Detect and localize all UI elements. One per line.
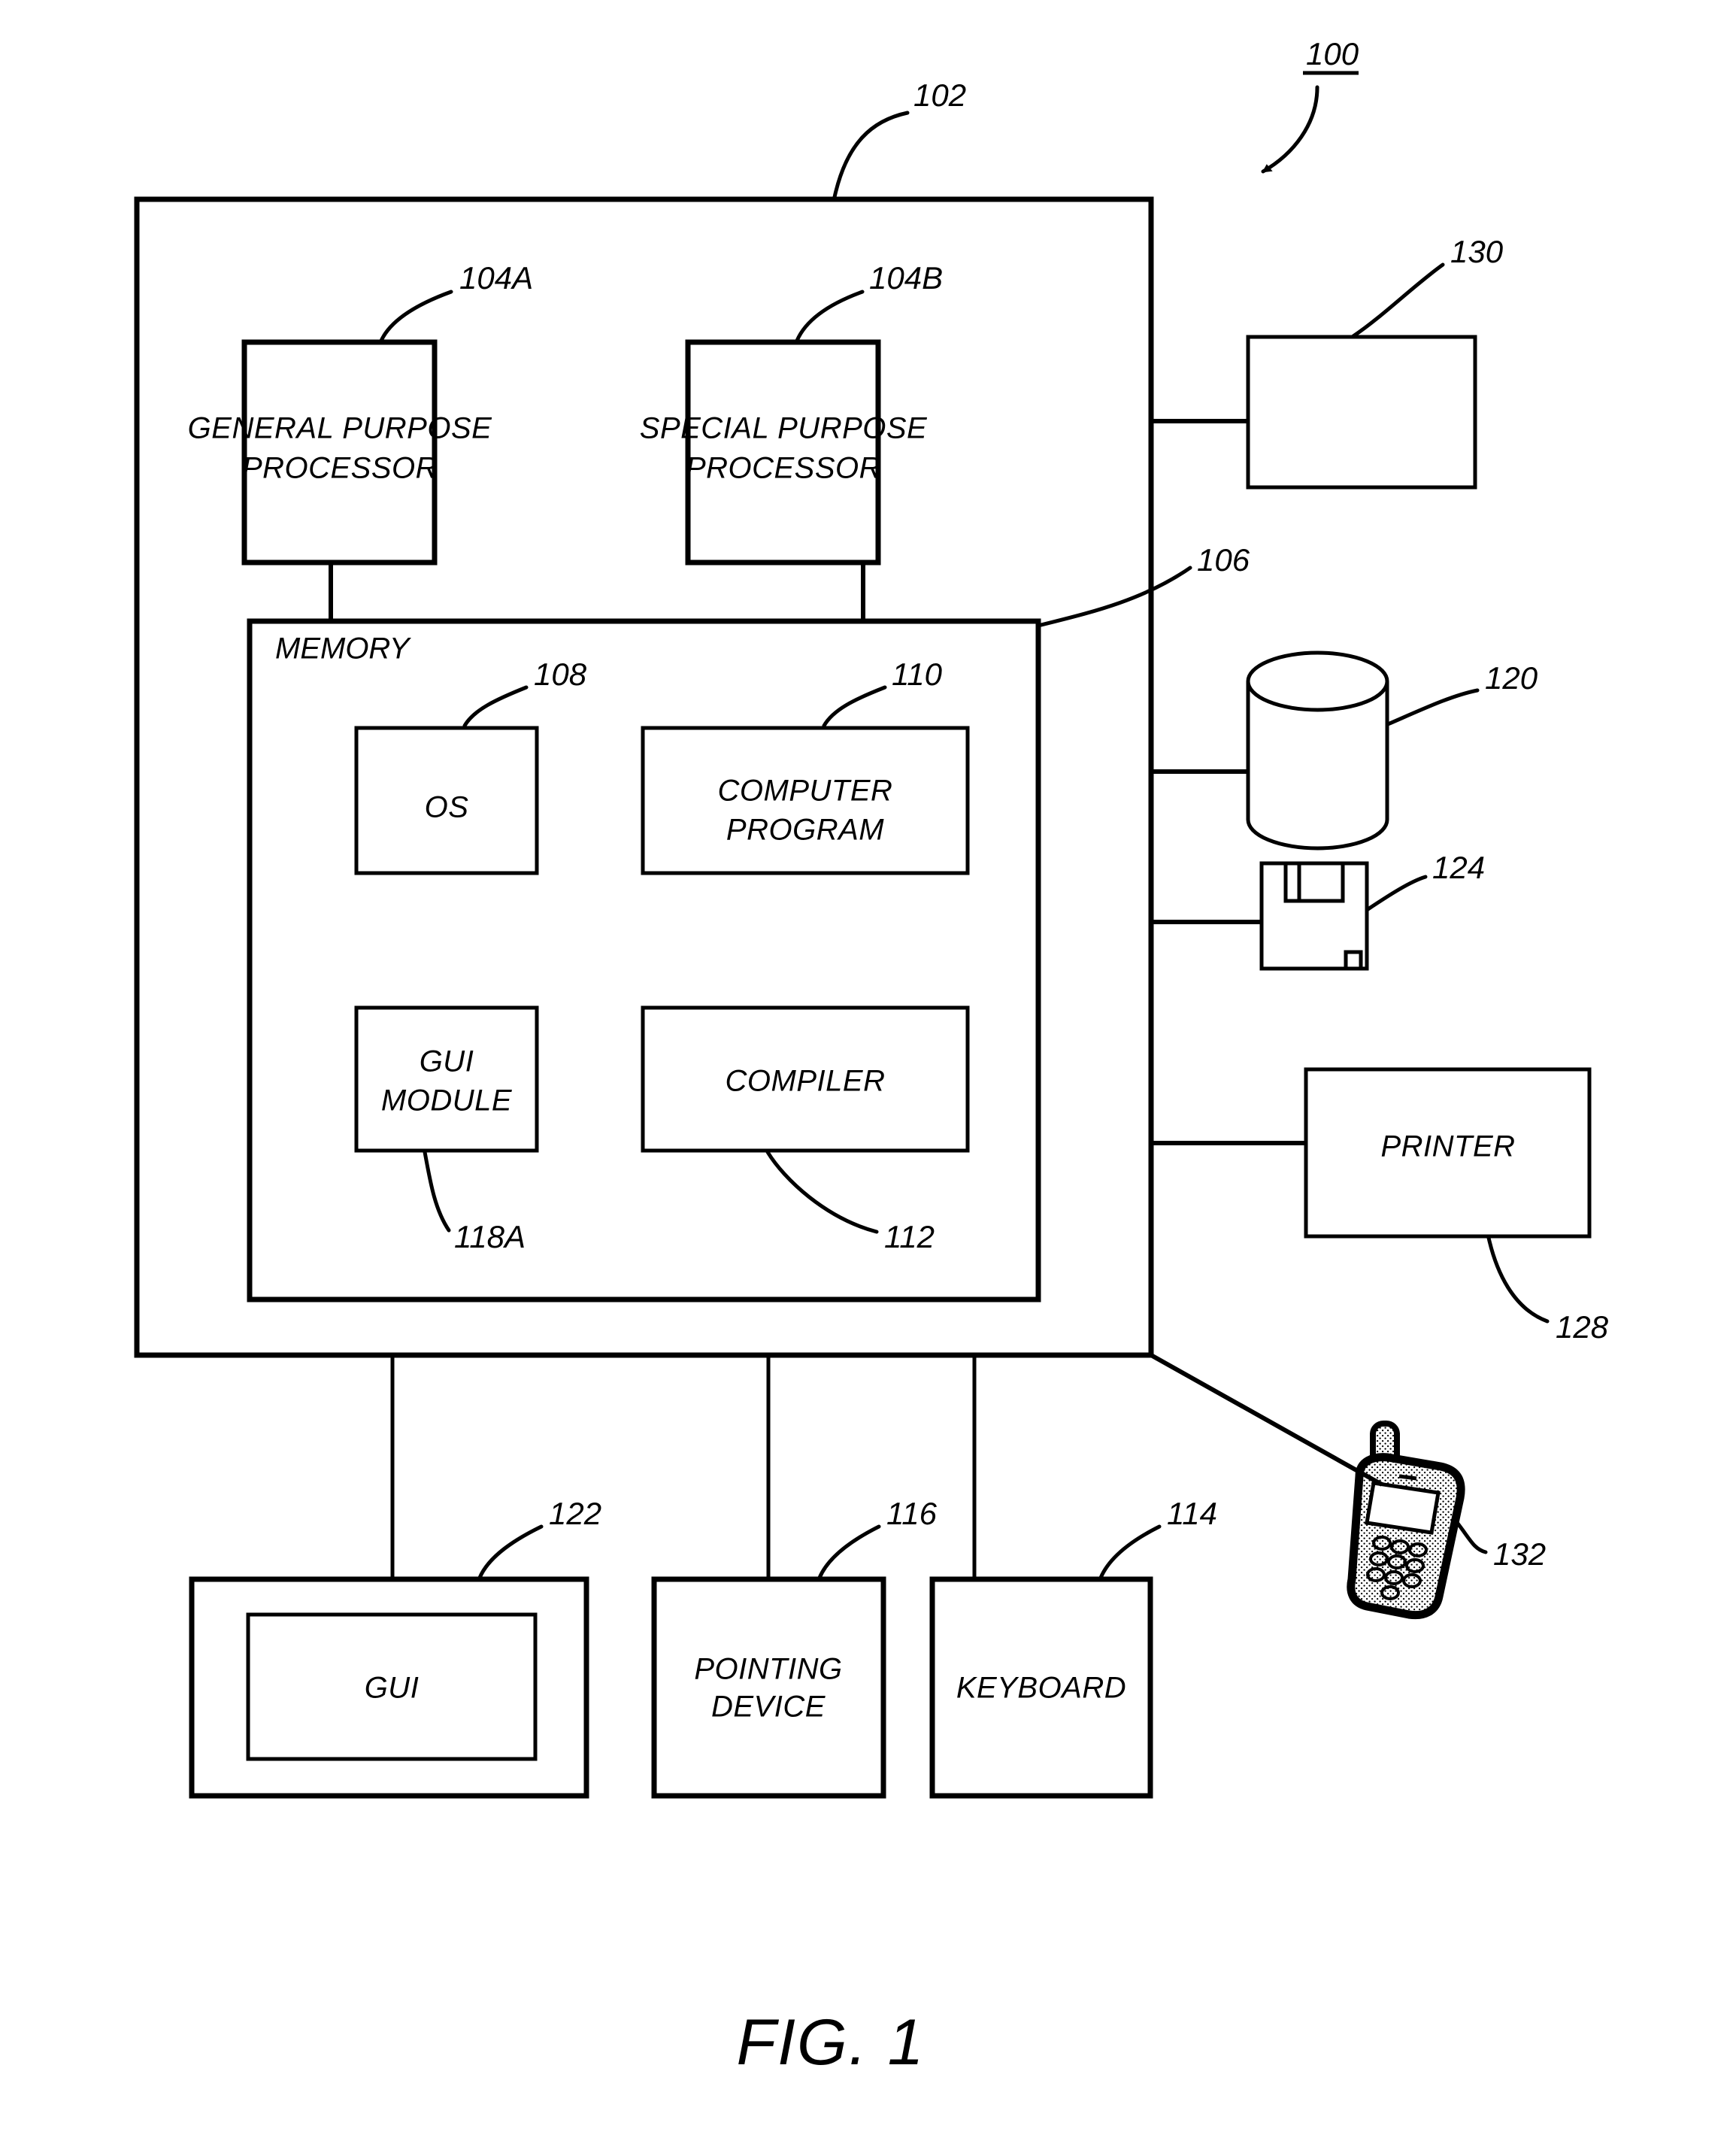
computer-enclosure-102: 102 <box>134 77 1154 1358</box>
keyboard-label: KEYBOARD <box>956 1672 1126 1705</box>
cylinder-top-ellipse <box>1246 650 1389 712</box>
memory-label: MEMORY <box>275 632 412 666</box>
gui-module-label-line1: GUI <box>420 1045 474 1078</box>
bus-to-mobile-phone <box>1150 1353 1383 1487</box>
ref-122-leader <box>477 1524 544 1580</box>
box-130-outline <box>1246 335 1477 490</box>
ref-label-122: 122 <box>549 1496 601 1531</box>
phone-body-icon <box>1347 1453 1465 1620</box>
right-peripheral-bus <box>1151 419 1306 1145</box>
ref-label-128: 128 <box>1556 1309 1609 1345</box>
ref-label-132: 132 <box>1493 1536 1546 1572</box>
patent-figure-1: 100 102 GENERAL PURPOSE PROCESSOR 104A S… <box>0 0 1736 2147</box>
ref-108-leader <box>462 685 529 728</box>
ref-label-124: 124 <box>1432 850 1485 885</box>
os-module-box: OS 108 <box>354 657 587 875</box>
figure-canvas: 100 102 GENERAL PURPOSE PROCESSOR 104A S… <box>134 36 1609 2079</box>
ref-114-leader <box>1098 1524 1162 1580</box>
ref-128-leader <box>1486 1236 1550 1324</box>
ref-124-leader <box>1365 875 1428 912</box>
ref-label-106: 106 <box>1197 542 1250 578</box>
data-storage-cylinder-120: 120 <box>1246 650 1538 851</box>
ref-label-110: 110 <box>892 657 943 692</box>
ref-label-104A: 104A <box>459 260 533 296</box>
ref-110-leader <box>822 685 887 728</box>
ref-116-leader <box>817 1524 881 1580</box>
computer-program-label-line2: PROGRAM <box>726 814 884 847</box>
gui-display-122: GUI 122 <box>189 1496 601 1799</box>
special-purpose-processor-label-line2: PROCESSOR <box>686 452 881 485</box>
figure-caption: FIG. 1 <box>737 2006 926 2079</box>
special-purpose-processor-box: SPECIAL PURPOSE PROCESSOR 104B <box>640 260 943 621</box>
gui-module-outline <box>354 1005 539 1153</box>
special-purpose-processor-label-line1: SPECIAL PURPOSE <box>640 412 928 445</box>
ref-label-108: 108 <box>534 657 587 692</box>
ref-118A-leader <box>423 1150 451 1233</box>
ref-100-arrow <box>1261 85 1319 174</box>
pointing-device-outline <box>651 1576 886 1799</box>
peripheral-box-130: 130 <box>1246 234 1504 490</box>
ref-label-120: 120 <box>1485 660 1538 696</box>
printer-box-128: PRINTER 128 <box>1304 1067 1609 1345</box>
ref-102-leader <box>832 111 910 199</box>
ref-label-100: 100 <box>1306 36 1359 71</box>
ref-112-leader <box>765 1150 879 1234</box>
bottom-peripheral-bus <box>390 1355 977 1579</box>
pointing-device-116: POINTING DEVICE 116 <box>651 1496 938 1799</box>
general-purpose-processor-label-line1: GENERAL PURPOSE <box>188 412 492 445</box>
phone-earpiece-icon <box>1398 1474 1417 1481</box>
general-purpose-processor-label-line2: PROCESSOR <box>242 452 438 485</box>
pointing-device-label-line1: POINTING <box>694 1653 842 1686</box>
ref-label-102: 102 <box>913 77 966 113</box>
compiler-label: COMPILER <box>726 1065 886 1098</box>
ref-label-116: 116 <box>886 1496 938 1531</box>
mobile-phone-132: 132 <box>1150 1353 1546 1620</box>
gui-module-label-line2: MODULE <box>381 1084 513 1117</box>
ref-104B-leader <box>795 290 865 343</box>
ref-104A-leader <box>379 290 453 343</box>
ref-120-leader <box>1386 688 1480 726</box>
ref-label-104B: 104B <box>869 260 943 296</box>
computer-program-label-line1: COMPUTER <box>718 775 893 808</box>
system-reference-100: 100 <box>1261 36 1359 174</box>
ref-132-leader <box>1453 1518 1488 1554</box>
ref-label-130: 130 <box>1450 234 1504 269</box>
printer-label: PRINTER <box>1380 1130 1515 1163</box>
pointing-device-label-line2: DEVICE <box>711 1691 826 1724</box>
compiler-module-box: COMPILER 112 <box>641 1005 970 1254</box>
ref-label-112: 112 <box>884 1219 935 1254</box>
phone-screen-icon <box>1365 1481 1441 1535</box>
floppy-write-notch <box>1344 950 1363 971</box>
memory-box-106: MEMORY 106 OS 108 COMPUTER PROGRAM 110 G… <box>247 542 1250 1302</box>
os-label: OS <box>425 791 469 824</box>
general-purpose-processor-box: GENERAL PURPOSE PROCESSOR 104A <box>188 260 533 621</box>
ref-130-leader <box>1351 262 1445 338</box>
gui-display-label: GUI <box>365 1672 420 1705</box>
ref-label-114: 114 <box>1167 1496 1217 1531</box>
ref-106-leader <box>1036 566 1192 628</box>
computer-program-module-box: COMPUTER PROGRAM 110 <box>641 657 970 875</box>
floppy-shutter <box>1283 861 1345 903</box>
ref-label-118A: 118A <box>454 1219 526 1254</box>
cylinder-bottom-arc <box>1246 819 1389 851</box>
removable-media-124: 124 <box>1259 850 1485 971</box>
gui-module-box: GUI MODULE 118A <box>354 1005 539 1254</box>
memory-outline <box>247 618 1041 1302</box>
